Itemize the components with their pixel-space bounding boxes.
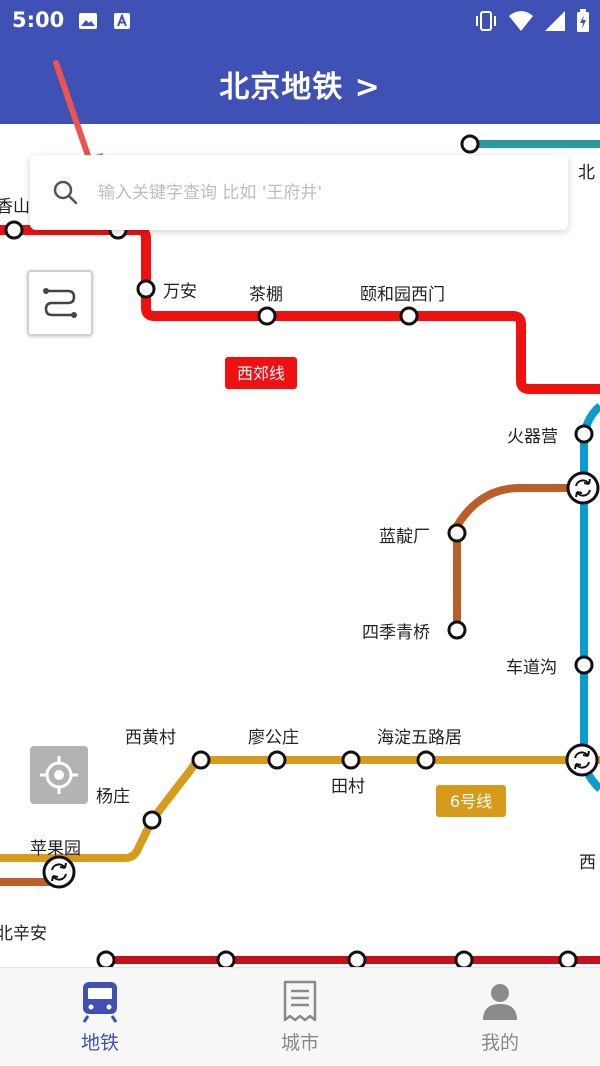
vibrate-icon [476,11,496,31]
station-chedaogou [574,655,594,675]
station-bottom-5 [558,950,578,967]
station-landianchang [447,523,467,543]
nav-profile-tab[interactable]: 我的 [400,968,600,1066]
station-yiheyuanximen [399,306,419,326]
station-yangzhuang [142,810,162,830]
nav-city-tab[interactable]: 城市 [200,968,400,1066]
station-bottom-1 [96,950,116,967]
line6-path [0,756,600,862]
label-bei-partial: 北 [578,163,595,183]
status-time: 5:00 [12,8,65,32]
nav-profile-label: 我的 [480,1032,519,1054]
station-huoqiying [574,424,594,444]
station-liaogongzhuang [267,750,287,770]
nav-subway-label: 地铁 [80,1032,119,1054]
station-xihuangcun [191,750,211,770]
line10-path [580,402,600,792]
station-tiancun [341,750,361,770]
wifi-icon [509,11,533,31]
label-landianchang: 蓝靛厂 [379,527,430,547]
battery-charging-icon [577,9,589,32]
station-chapeng [257,306,277,326]
xijiao-line-badge-label: 西郊线 [237,364,285,383]
locate-button[interactable] [30,746,88,804]
locate-icon [40,756,78,794]
station-sijiqingqiao [447,620,467,640]
transfer-station-pingguoyuan[interactable] [42,855,76,889]
person-icon [483,984,517,1020]
search-box[interactable] [30,155,568,230]
label-chedaogou: 车道沟 [506,658,557,678]
label-liaogongzhuang: 廖公庄 [248,728,299,748]
transfer-station-top[interactable] [566,471,600,505]
label-chapeng: 茶棚 [249,285,283,305]
brown-line-path [453,484,583,630]
station-bottom-2 [216,950,236,967]
label-wanan: 万安 [163,282,197,302]
route-icon [43,288,77,318]
transfer-station-line6[interactable] [565,743,599,777]
route-planning-button[interactable] [27,270,93,336]
station-xiangshan [4,220,24,240]
label-pingguoyuan: 苹果园 [30,839,81,859]
nav-city-label: 城市 [280,1032,319,1054]
station-bottom-3 [347,950,367,967]
status-bar: 5:00 [0,0,600,42]
app-notification-icon [114,13,130,29]
label-yangzhuang: 杨庄 [96,787,130,807]
search-input[interactable] [96,173,560,213]
image-notification-icon [79,13,97,29]
city-document-icon [283,980,317,1022]
station-bottom-4 [454,950,474,967]
label-yiheyuanximen: 颐和园西门 [360,285,445,305]
label-beixinan: 北辛安 [0,924,47,944]
label-sijiqingqiao: 四季青桥 [362,623,430,643]
station-haidianwuluju [416,750,436,770]
search-icon [53,180,78,205]
signal-icon [545,11,565,31]
nav-subway-tab[interactable]: 地铁 [0,968,200,1066]
label-haidianwuluju: 海淀五路居 [377,728,462,748]
label-xihuangcun: 西黄村 [125,728,176,748]
line6-badge-label: 6号线 [450,792,492,811]
label-tiancun: 田村 [331,777,365,797]
subway-map[interactable]: 北 香山 万安 茶棚 颐和园西门 火器营 蓝靛厂 四季青桥 车道沟 西黄村 廖公… [0,124,600,967]
station-top-teal [460,134,480,154]
subway-train-icon [82,982,118,1023]
station-markers[interactable] [4,134,594,967]
label-xiangshan: 香山 [0,197,30,217]
station-wanan [136,279,156,299]
bottom-navigation: 地铁 城市 我的 [0,967,600,1066]
label-xi-partial: 西 [579,853,596,873]
label-huoqiying: 火器营 [507,427,558,447]
